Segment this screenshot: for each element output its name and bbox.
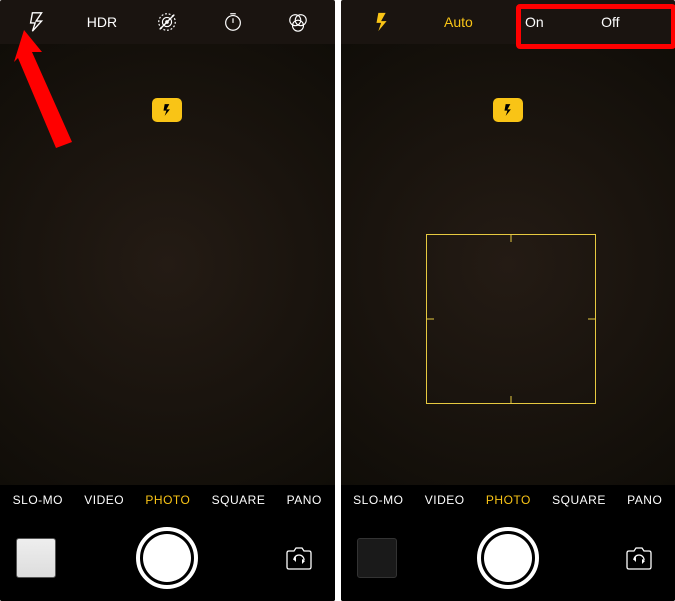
- live-photo-toggle[interactable]: [135, 2, 200, 42]
- mode-pano[interactable]: PANO: [287, 493, 322, 507]
- filters-icon: [287, 11, 309, 33]
- camera-flip-icon: [284, 545, 314, 571]
- bottom-controls: [341, 515, 675, 601]
- flash-option-on[interactable]: On: [496, 2, 572, 42]
- flash-submenu: Auto On Off: [341, 0, 675, 44]
- viewfinder[interactable]: [341, 44, 675, 485]
- focus-indicator: [426, 234, 596, 404]
- flash-on-badge: [152, 98, 182, 122]
- mode-slomo[interactable]: SLO-MO: [13, 493, 63, 507]
- mode-selector[interactable]: SLO-MO VIDEO PHOTO SQUARE PANO: [341, 485, 675, 515]
- spacer: [648, 2, 671, 42]
- shutter-button[interactable]: [136, 527, 198, 589]
- flash-option-auto[interactable]: Auto: [420, 2, 496, 42]
- mode-square[interactable]: SQUARE: [552, 493, 606, 507]
- flash-toggle[interactable]: [4, 2, 69, 42]
- mode-selector[interactable]: SLO-MO VIDEO PHOTO SQUARE PANO: [0, 485, 335, 515]
- camera-flip-button[interactable]: [619, 538, 659, 578]
- hdr-toggle[interactable]: HDR: [69, 2, 134, 42]
- flash-toggle[interactable]: [345, 2, 421, 42]
- last-photo-thumbnail[interactable]: [357, 538, 397, 578]
- mode-pano[interactable]: PANO: [627, 493, 662, 507]
- mode-video[interactable]: VIDEO: [84, 493, 124, 507]
- mode-slomo[interactable]: SLO-MO: [353, 493, 403, 507]
- camera-screen-right: Auto On Off SLO-MO VIDEO PHOTO SQUARE PA…: [341, 0, 675, 601]
- camera-flip-icon: [624, 545, 654, 571]
- viewfinder[interactable]: [0, 44, 335, 485]
- shutter-inner: [484, 534, 532, 582]
- bottom-controls: [0, 515, 335, 601]
- flash-icon: [371, 11, 393, 33]
- mode-photo[interactable]: PHOTO: [145, 493, 190, 507]
- flash-icon: [160, 103, 174, 117]
- mode-video[interactable]: VIDEO: [425, 493, 465, 507]
- flash-icon: [26, 11, 48, 33]
- mode-photo[interactable]: PHOTO: [486, 493, 531, 507]
- flash-on-badge: [493, 98, 523, 122]
- camera-flip-button[interactable]: [279, 538, 319, 578]
- filters-toggle[interactable]: [265, 2, 330, 42]
- shutter-inner: [143, 534, 191, 582]
- live-photo-off-icon: [156, 11, 178, 33]
- last-photo-thumbnail[interactable]: [16, 538, 56, 578]
- mode-square[interactable]: SQUARE: [212, 493, 266, 507]
- shutter-button[interactable]: [477, 527, 539, 589]
- flash-icon: [501, 103, 515, 117]
- timer-toggle[interactable]: [200, 2, 265, 42]
- camera-screen-left: HDR: [0, 0, 335, 601]
- top-controls: HDR: [0, 0, 335, 44]
- timer-icon: [222, 11, 244, 33]
- flash-option-off[interactable]: Off: [572, 2, 648, 42]
